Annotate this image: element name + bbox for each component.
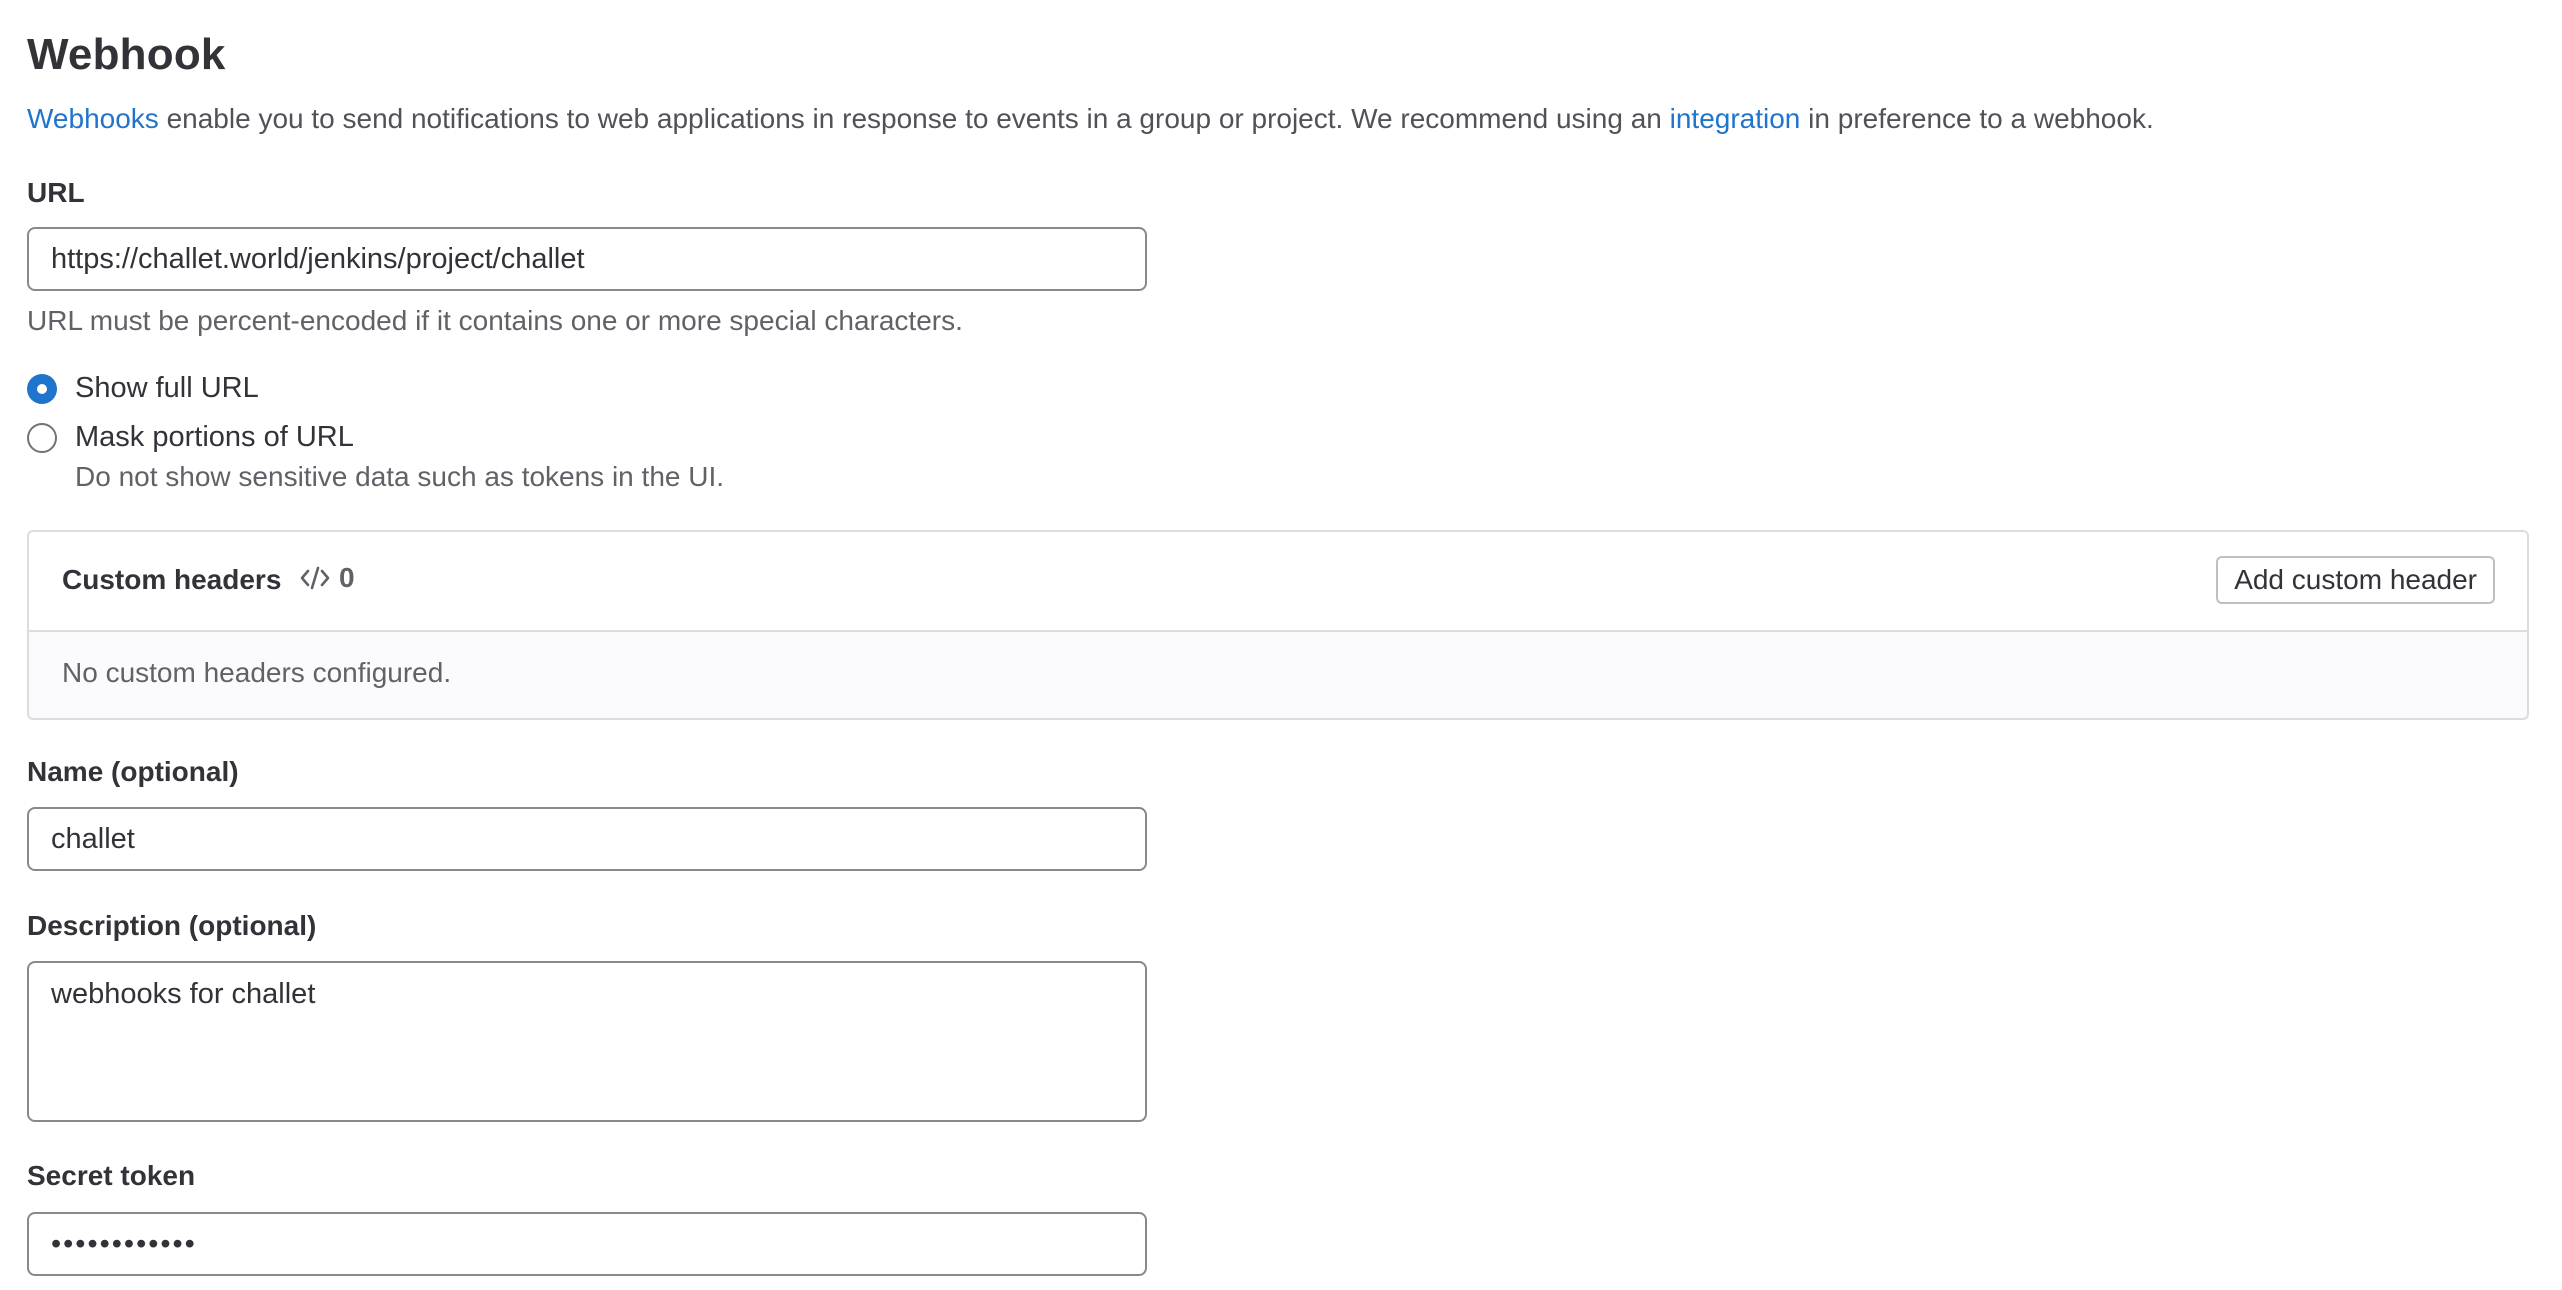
url-label: URL (27, 177, 85, 208)
secret-token-label: Secret token (27, 1160, 196, 1191)
show-full-url-label: Show full URL (75, 372, 259, 404)
intro-text: Webhooks enable you to send notification… (27, 103, 2154, 135)
add-custom-header-button[interactable]: Add custom header (2216, 556, 2495, 604)
name-label: Name (optional) (27, 756, 239, 787)
custom-headers-card: Custom headers 0 Add custom header No cu… (27, 530, 2529, 720)
intro-text-part1: enable you to send notifications to web … (158, 103, 1670, 134)
description-textarea[interactable]: webhooks for challet (27, 961, 1147, 1122)
page-title: Webhook (27, 30, 226, 79)
secret-token-input[interactable] (27, 1212, 1147, 1276)
mask-url-help-text: Do not show sensitive data such as token… (75, 461, 725, 492)
custom-headers-title: Custom headers (62, 564, 282, 595)
name-input[interactable] (27, 807, 1147, 871)
custom-headers-count: 0 (299, 562, 355, 594)
mask-url-option[interactable]: Mask portions of URL (27, 421, 354, 454)
integration-link[interactable]: integration (1670, 103, 1801, 134)
show-full-url-radio[interactable] (27, 373, 57, 404)
mask-url-radio[interactable] (27, 422, 57, 453)
show-full-url-option[interactable]: Show full URL (27, 372, 259, 405)
url-input[interactable] (27, 227, 1147, 291)
webhooks-link[interactable]: Webhooks (27, 103, 159, 134)
custom-headers-empty-text: No custom headers configured. (62, 657, 452, 688)
url-help-text: URL must be percent-encoded if it contai… (27, 305, 963, 336)
intro-text-part2: in preference to a webhook. (1800, 103, 2154, 134)
mask-url-label: Mask portions of URL (75, 421, 354, 453)
description-label: Description (optional) (27, 910, 317, 941)
code-icon (300, 566, 330, 590)
custom-headers-card-header: Custom headers 0 Add custom header (29, 532, 2527, 632)
custom-headers-count-value: 0 (339, 562, 355, 593)
